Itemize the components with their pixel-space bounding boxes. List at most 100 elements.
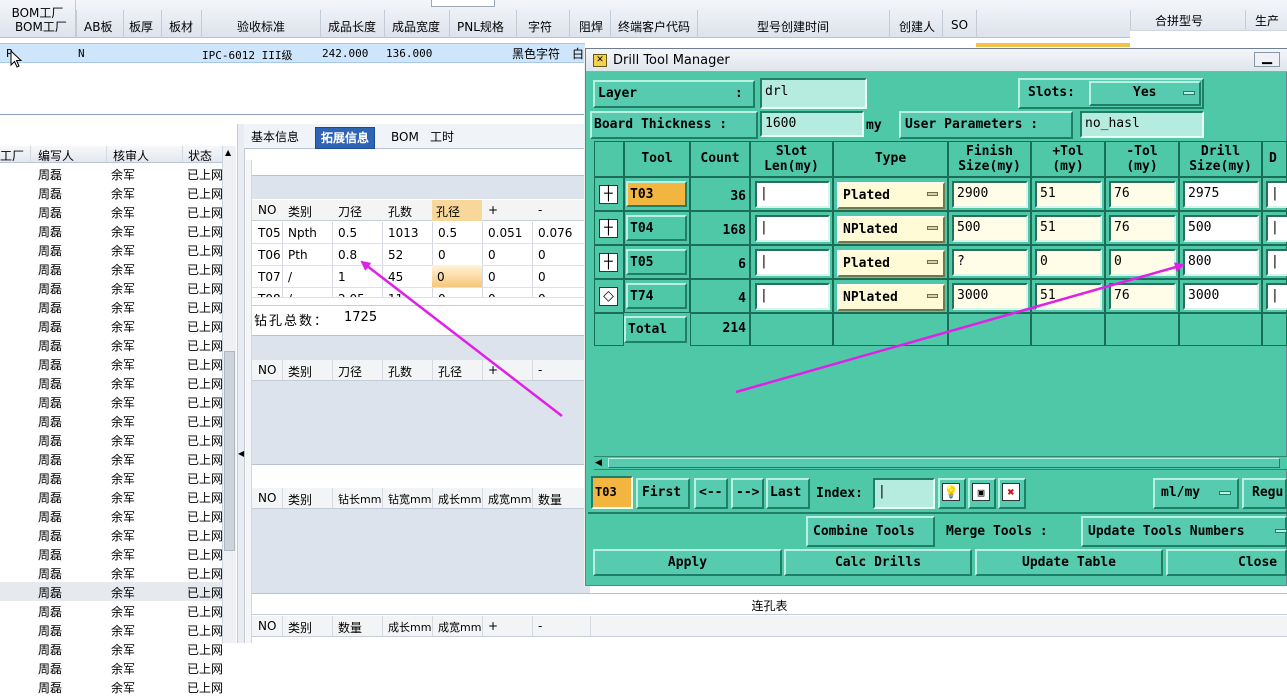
list-item[interactable]: 周磊 余军 已上网: [0, 582, 223, 601]
col-thickness[interactable]: 板厚: [129, 18, 153, 35]
list-item[interactable]: 周磊 余军 已上网: [0, 544, 223, 563]
col-bom-factory[interactable]: BOM工厂: [15, 18, 67, 35]
unit-select[interactable]: ml/my: [1153, 478, 1239, 509]
tool-name-button[interactable]: T74: [626, 283, 687, 309]
active-cell-value[interactable]: 0: [437, 270, 445, 284]
col-ab[interactable]: AB板: [84, 18, 112, 35]
splitter-arrow-icon[interactable]: ◀: [238, 449, 244, 458]
slot-length-input[interactable]: |: [755, 215, 830, 242]
list-item[interactable]: 周磊 余军 已上网: [0, 563, 223, 582]
list-item[interactable]: 周磊 余军 已上网: [0, 639, 223, 658]
tool-name-button[interactable]: T04: [626, 215, 687, 241]
user-parameters-value[interactable]: no_hasl: [1080, 111, 1204, 138]
update-table-button[interactable]: Update Table: [975, 549, 1163, 576]
col-pnl[interactable]: PNL规格: [457, 18, 504, 35]
type-select[interactable]: NPlated: [837, 284, 945, 311]
layer-label-button[interactable]: Layer:: [593, 80, 755, 108]
list-item[interactable]: 周磊 余军 已上网: [0, 430, 223, 449]
tab-bom[interactable]: BOM: [386, 127, 424, 149]
col-creator[interactable]: 创建人: [899, 18, 935, 35]
plus-tol-input[interactable]: 51: [1035, 181, 1102, 208]
plus-icon[interactable]: ┼: [599, 185, 618, 204]
list-item[interactable]: 周磊 余军 已上网: [0, 392, 223, 411]
scroll-up-icon[interactable]: ▲: [225, 149, 234, 157]
first-button[interactable]: First: [636, 478, 690, 509]
last-button[interactable]: Last: [766, 478, 810, 509]
bulb-icon-button[interactable]: 💡: [938, 478, 966, 509]
main-grid-selected-row[interactable]: P N IPC-6012 III级 242.000 136.000 黑色字符 白: [0, 43, 585, 63]
d-input[interactable]: |: [1266, 215, 1287, 242]
type-select[interactable]: Plated: [837, 250, 945, 277]
layer-value[interactable]: drl: [760, 78, 867, 109]
col-reviewer[interactable]: 核审人: [113, 147, 149, 164]
col-material[interactable]: 板材: [169, 18, 193, 35]
drill-size-input[interactable]: 3000: [1183, 283, 1259, 310]
plus-icon[interactable]: ┼: [599, 253, 618, 272]
type-select[interactable]: Plated: [837, 182, 945, 209]
tab-work-hours[interactable]: 工时: [425, 127, 459, 149]
minus-tol-input[interactable]: 0: [1109, 249, 1176, 276]
delete-icon-button[interactable]: ✖: [998, 478, 1026, 509]
list-item[interactable]: 周磊 余军 已上网: [0, 677, 223, 696]
board-thickness-label[interactable]: Board Thickness :: [590, 111, 758, 139]
col-created-time[interactable]: 型号创建时间: [757, 18, 829, 35]
update-tools-numbers-select[interactable]: Update Tools Numbers: [1081, 516, 1287, 547]
list-item[interactable]: 周磊 余军 已上网: [0, 183, 223, 202]
scrollbar-thumb[interactable]: [224, 351, 235, 551]
user-parameters-button[interactable]: User Parameters :: [899, 111, 1073, 139]
dialog-titlebar[interactable]: ✕ Drill Tool Manager ▁: [586, 49, 1287, 72]
list-item[interactable]: 周磊 余军 已上网: [0, 164, 223, 183]
col-standard[interactable]: 验收标准: [237, 18, 285, 35]
type-select[interactable]: NPlated: [837, 216, 945, 243]
splitter-left[interactable]: ◀: [237, 124, 245, 643]
index-input[interactable]: |: [873, 478, 935, 509]
col-length[interactable]: 成品长度: [328, 18, 376, 35]
finish-size-input[interactable]: 3000: [952, 283, 1028, 310]
col-status[interactable]: 状态: [188, 147, 212, 164]
list-item[interactable]: 周磊 余军 已上网: [0, 259, 223, 278]
image-icon-button[interactable]: ▣: [968, 478, 996, 509]
table-row[interactable]: T07 / 1 45 0 0 0: [252, 266, 590, 288]
prev-button[interactable]: <--: [694, 478, 728, 509]
col-merge-model[interactable]: 合拼型号: [1155, 12, 1203, 29]
list-item[interactable]: 周磊 余军 已上网: [0, 468, 223, 487]
drill-size-input[interactable]: 2975: [1183, 181, 1259, 208]
col-width[interactable]: 成品宽度: [392, 18, 440, 35]
list-item[interactable]: 周磊 余军 已上网: [0, 202, 223, 221]
scroll-left-icon[interactable]: ◀: [595, 458, 602, 468]
slots-select[interactable]: Yes: [1089, 81, 1201, 106]
list-item[interactable]: 周磊 余军 已上网: [0, 316, 223, 335]
d-input[interactable]: |: [1266, 249, 1287, 276]
tool-name-button[interactable]: T03: [626, 181, 687, 207]
drill-size-input[interactable]: 500: [1183, 215, 1259, 242]
close-button[interactable]: Close: [1166, 549, 1287, 576]
table-row[interactable]: T08 / 2.05 11 0 0 0: [252, 288, 590, 298]
calc-drills-button[interactable]: Calc Drills: [784, 549, 972, 576]
total-label[interactable]: Total: [624, 316, 687, 343]
list-item[interactable]: 周磊 余军 已上网: [0, 335, 223, 354]
col-writer[interactable]: 编写人: [38, 147, 74, 164]
table-row[interactable]: T05 Npth 0.5 1013 0.5 0.051 0.076: [252, 222, 590, 244]
hscroll-thumb[interactable]: [608, 458, 1280, 468]
regu-button[interactable]: Regu: [1242, 478, 1287, 509]
slot-length-input[interactable]: |: [755, 249, 830, 276]
list-item[interactable]: 周磊 余军 已上网: [0, 487, 223, 506]
minimize-icon[interactable]: ▁: [1254, 51, 1280, 67]
list-item[interactable]: 周磊 余军 已上网: [0, 411, 223, 430]
col-char[interactable]: 字符: [528, 18, 552, 35]
minus-tol-input[interactable]: 76: [1109, 283, 1176, 310]
plus-tol-input[interactable]: 0: [1035, 249, 1102, 276]
plus-tol-input[interactable]: 51: [1035, 215, 1102, 242]
list-item[interactable]: 周磊 余军 已上网: [0, 620, 223, 639]
drill-size-input[interactable]: 800: [1183, 249, 1259, 276]
finish-size-input[interactable]: 2900: [952, 181, 1028, 208]
list-item[interactable]: 周磊 余军 已上网: [0, 240, 223, 259]
list-item[interactable]: 周磊 余军 已上网: [0, 506, 223, 525]
list-item[interactable]: 周磊 余军 已上网: [0, 354, 223, 373]
combine-tools-button[interactable]: Combine Tools: [806, 516, 935, 547]
col-so[interactable]: SO: [951, 18, 968, 32]
slot-length-input[interactable]: |: [755, 181, 830, 208]
board-thickness-input[interactable]: 1600: [760, 111, 864, 137]
slot-length-input[interactable]: |: [755, 283, 830, 310]
list-item[interactable]: 周磊 余军 已上网: [0, 449, 223, 468]
